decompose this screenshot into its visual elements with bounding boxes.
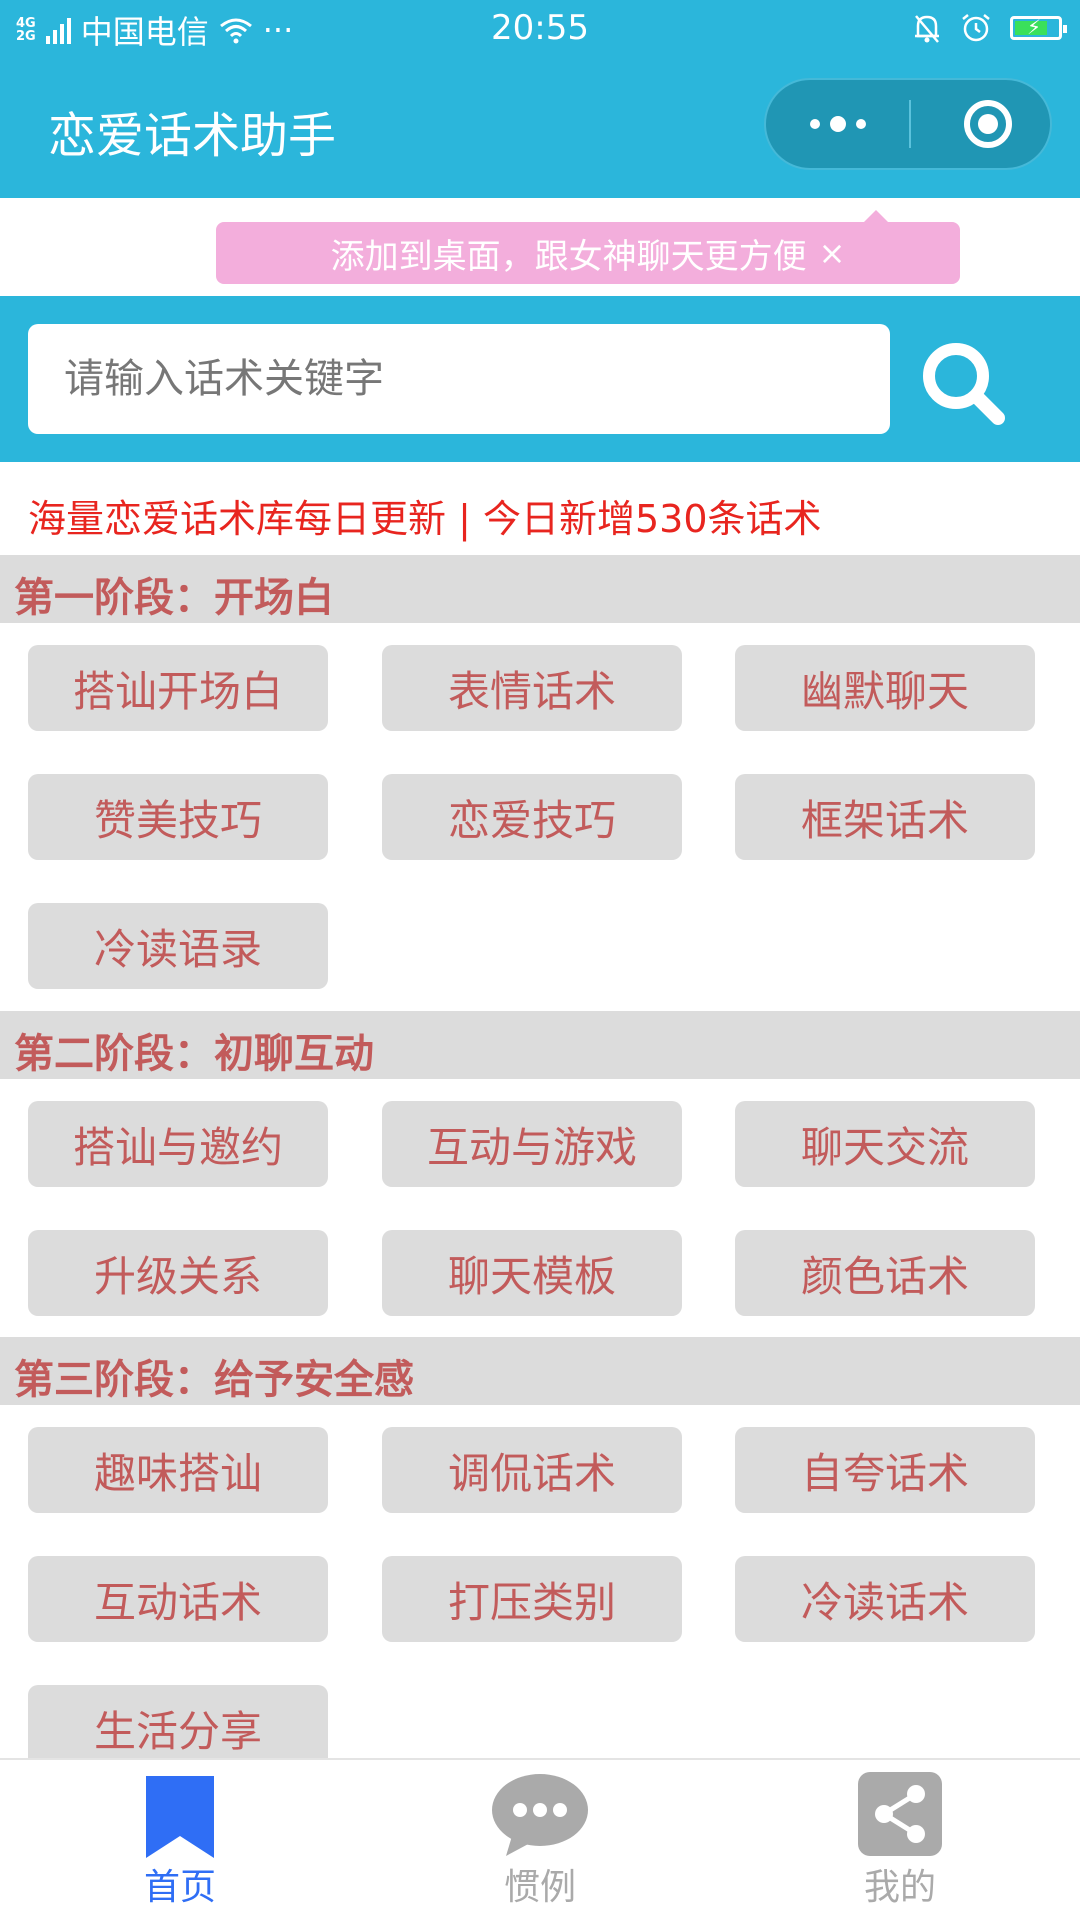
topic-tag-button[interactable]: 颜色话术 — [735, 1230, 1035, 1316]
topic-tag-button[interactable]: 表情话术 — [382, 645, 682, 731]
bookmark-icon — [146, 1776, 214, 1858]
topic-tag-button[interactable]: 聊天交流 — [735, 1101, 1035, 1187]
tab-routine[interactable]: 惯例 — [360, 1760, 720, 1922]
section-header: 第二阶段：初聊互动 — [0, 1011, 1080, 1079]
topic-tag-button[interactable]: 调侃话术 — [382, 1427, 682, 1513]
topic-tag-button[interactable]: 赞美技巧 — [28, 774, 328, 860]
topic-tag-button[interactable]: 聊天模板 — [382, 1230, 682, 1316]
topic-tag-button[interactable]: 搭讪开场白 — [28, 645, 328, 731]
section-title: 第三阶段：给予安全感 — [14, 1357, 414, 1403]
tab-routine-label: 惯例 — [503, 1867, 576, 1908]
section-title: 第一阶段：开场白 — [14, 575, 334, 621]
section-header: 第一阶段：开场白 — [0, 555, 1080, 623]
topic-tag-button[interactable]: 互动话术 — [28, 1556, 328, 1642]
update-notice: 海量恋爱话术库每日更新 | 今日新增530条话术 — [28, 497, 822, 541]
content-area[interactable]: 海量恋爱话术库每日更新 | 今日新增530条话术 第一阶段：开场白搭讪开场白 表情… — [0, 0, 1080, 1758]
topic-tag-button[interactable]: 冷读语录 — [28, 903, 328, 989]
chat-bubble-icon — [492, 1774, 588, 1856]
topic-tag-button[interactable]: 恋爱技巧 — [382, 774, 682, 860]
section-title: 第二阶段：初聊互动 — [14, 1031, 374, 1077]
tab-home-label: 首页 — [143, 1867, 216, 1908]
topic-tag-button[interactable]: 框架话术 — [735, 774, 1035, 860]
topic-tag-button[interactable]: 趣味搭讪 — [28, 1427, 328, 1513]
topic-tag-button[interactable]: 互动与游戏 — [382, 1101, 682, 1187]
share-icon — [858, 1772, 942, 1856]
section-header: 第三阶段：给予安全感 — [0, 1337, 1080, 1405]
topic-tag-button[interactable]: 搭讪与邀约 — [28, 1101, 328, 1187]
topic-tag-button[interactable]: 自夸话术 — [735, 1427, 1035, 1513]
topic-tag-button[interactable]: 冷读话术 — [735, 1556, 1035, 1642]
tab-bar: 首页 惯例 我的 — [0, 1758, 1080, 1922]
tab-mine[interactable]: 我的 — [720, 1760, 1080, 1922]
tab-mine-label: 我的 — [863, 1867, 936, 1908]
topic-tag-button[interactable]: 生活分享 — [28, 1685, 328, 1758]
tab-home[interactable]: 首页 — [0, 1760, 360, 1922]
topic-tag-button[interactable]: 幽默聊天 — [735, 645, 1035, 731]
topic-tag-button[interactable]: 升级关系 — [28, 1230, 328, 1316]
topic-tag-button[interactable]: 打压类别 — [382, 1556, 682, 1642]
